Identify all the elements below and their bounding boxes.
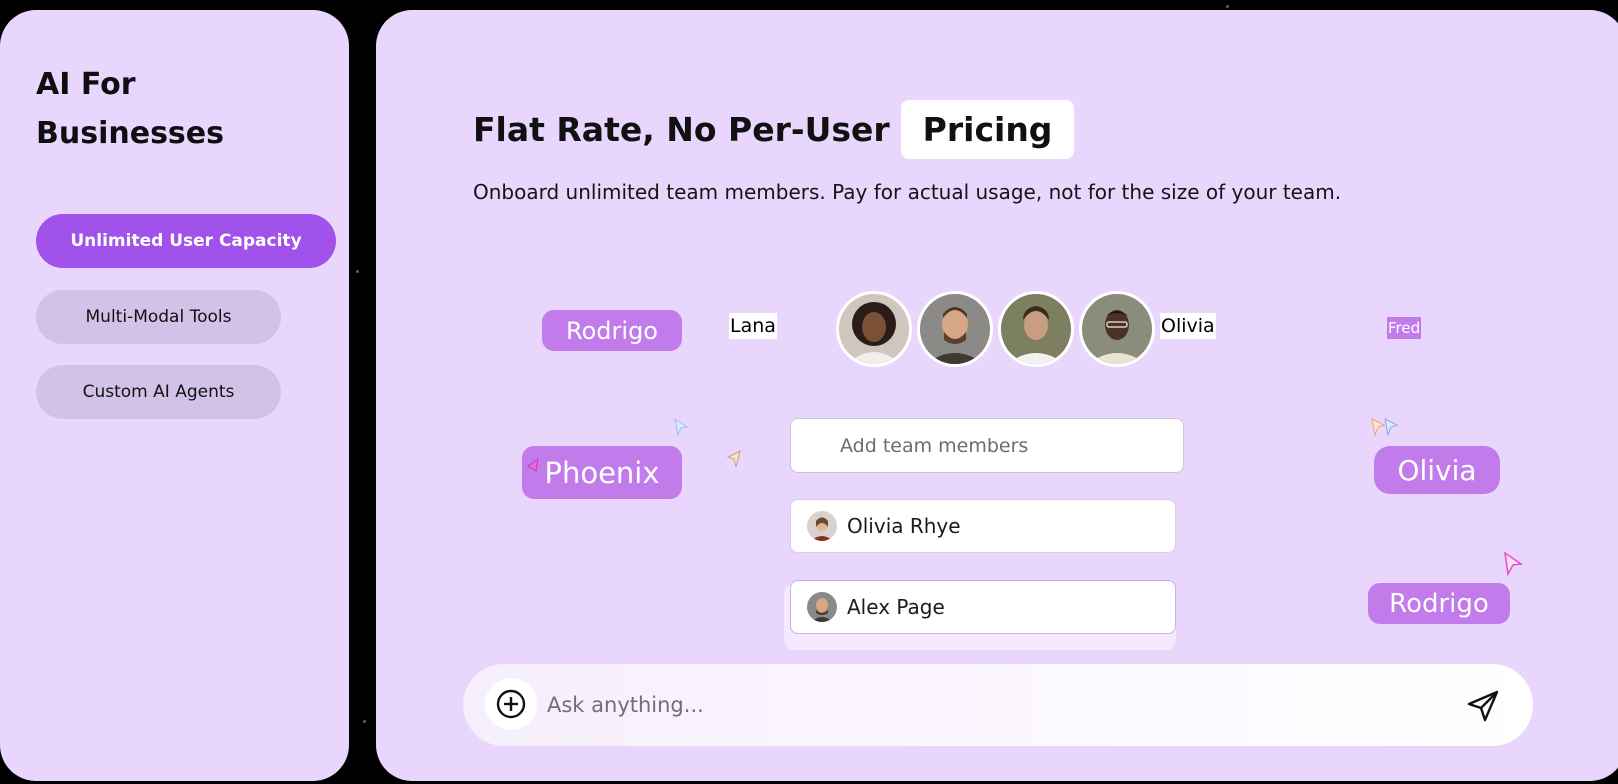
add-team-members-placeholder: Add team members — [840, 434, 1029, 457]
add-team-members-input[interactable]: Add team members — [790, 418, 1184, 473]
sidebar: AI For Businesses Unlimited User Capacit… — [0, 10, 349, 781]
send-button[interactable] — [1463, 686, 1503, 726]
member-row[interactable]: Olivia Rhye — [790, 499, 1176, 553]
plus-circle-icon — [496, 689, 526, 719]
add-attachment-button[interactable] — [485, 678, 537, 730]
chat-input[interactable] — [547, 683, 1427, 727]
name-tag-lana: Lana — [729, 313, 777, 339]
name-tag-olivia: Olivia — [1160, 313, 1216, 339]
send-icon — [1467, 690, 1499, 722]
cursor-arrow-icon — [726, 450, 741, 468]
team-avatar — [917, 291, 993, 367]
name-tag-fred: Fred — [1387, 317, 1422, 339]
team-avatar — [998, 291, 1074, 367]
cursor-arrow-icon — [1384, 418, 1399, 437]
background-dot — [1226, 5, 1229, 8]
page-title: Flat Rate, No Per-User — [473, 110, 890, 149]
cursor-arrow-icon — [1504, 551, 1524, 576]
member-name: Olivia Rhye — [847, 514, 961, 538]
name-tag-olivia-large: Olivia — [1374, 446, 1500, 494]
cursor-arrow-icon — [674, 417, 689, 437]
name-tag-phoenix: Phoenix — [522, 446, 682, 499]
pricing-badge: Pricing — [900, 100, 1075, 159]
brand-title: AI For Businesses — [36, 67, 224, 151]
team-avatar — [836, 291, 912, 367]
member-avatar — [807, 592, 837, 622]
nav-item-unlimited-user-capacity[interactable]: Unlimited User Capacity — [36, 214, 336, 268]
chat-bar — [463, 664, 1533, 746]
member-row[interactable]: Alex Page — [790, 580, 1176, 634]
nav-item-multi-modal-tools[interactable]: Multi-Modal Tools — [36, 290, 281, 344]
background-dot — [363, 720, 366, 723]
member-name: Alex Page — [847, 595, 945, 619]
cursor-arrow-icon — [527, 457, 539, 472]
team-avatar — [1079, 291, 1155, 367]
name-tag-rodrigo-bottom: Rodrigo — [1368, 583, 1510, 624]
name-tag-rodrigo: Rodrigo — [542, 310, 682, 351]
main-panel: Flat Rate, No Per-User Pricing Onboard u… — [376, 10, 1618, 781]
nav-item-custom-ai-agents[interactable]: Custom AI Agents — [36, 365, 281, 419]
member-avatar — [807, 511, 837, 541]
headline-row: Flat Rate, No Per-User Pricing — [473, 100, 1075, 159]
background-dot — [356, 270, 359, 273]
page-subtitle: Onboard unlimited team members. Pay for … — [473, 180, 1342, 204]
